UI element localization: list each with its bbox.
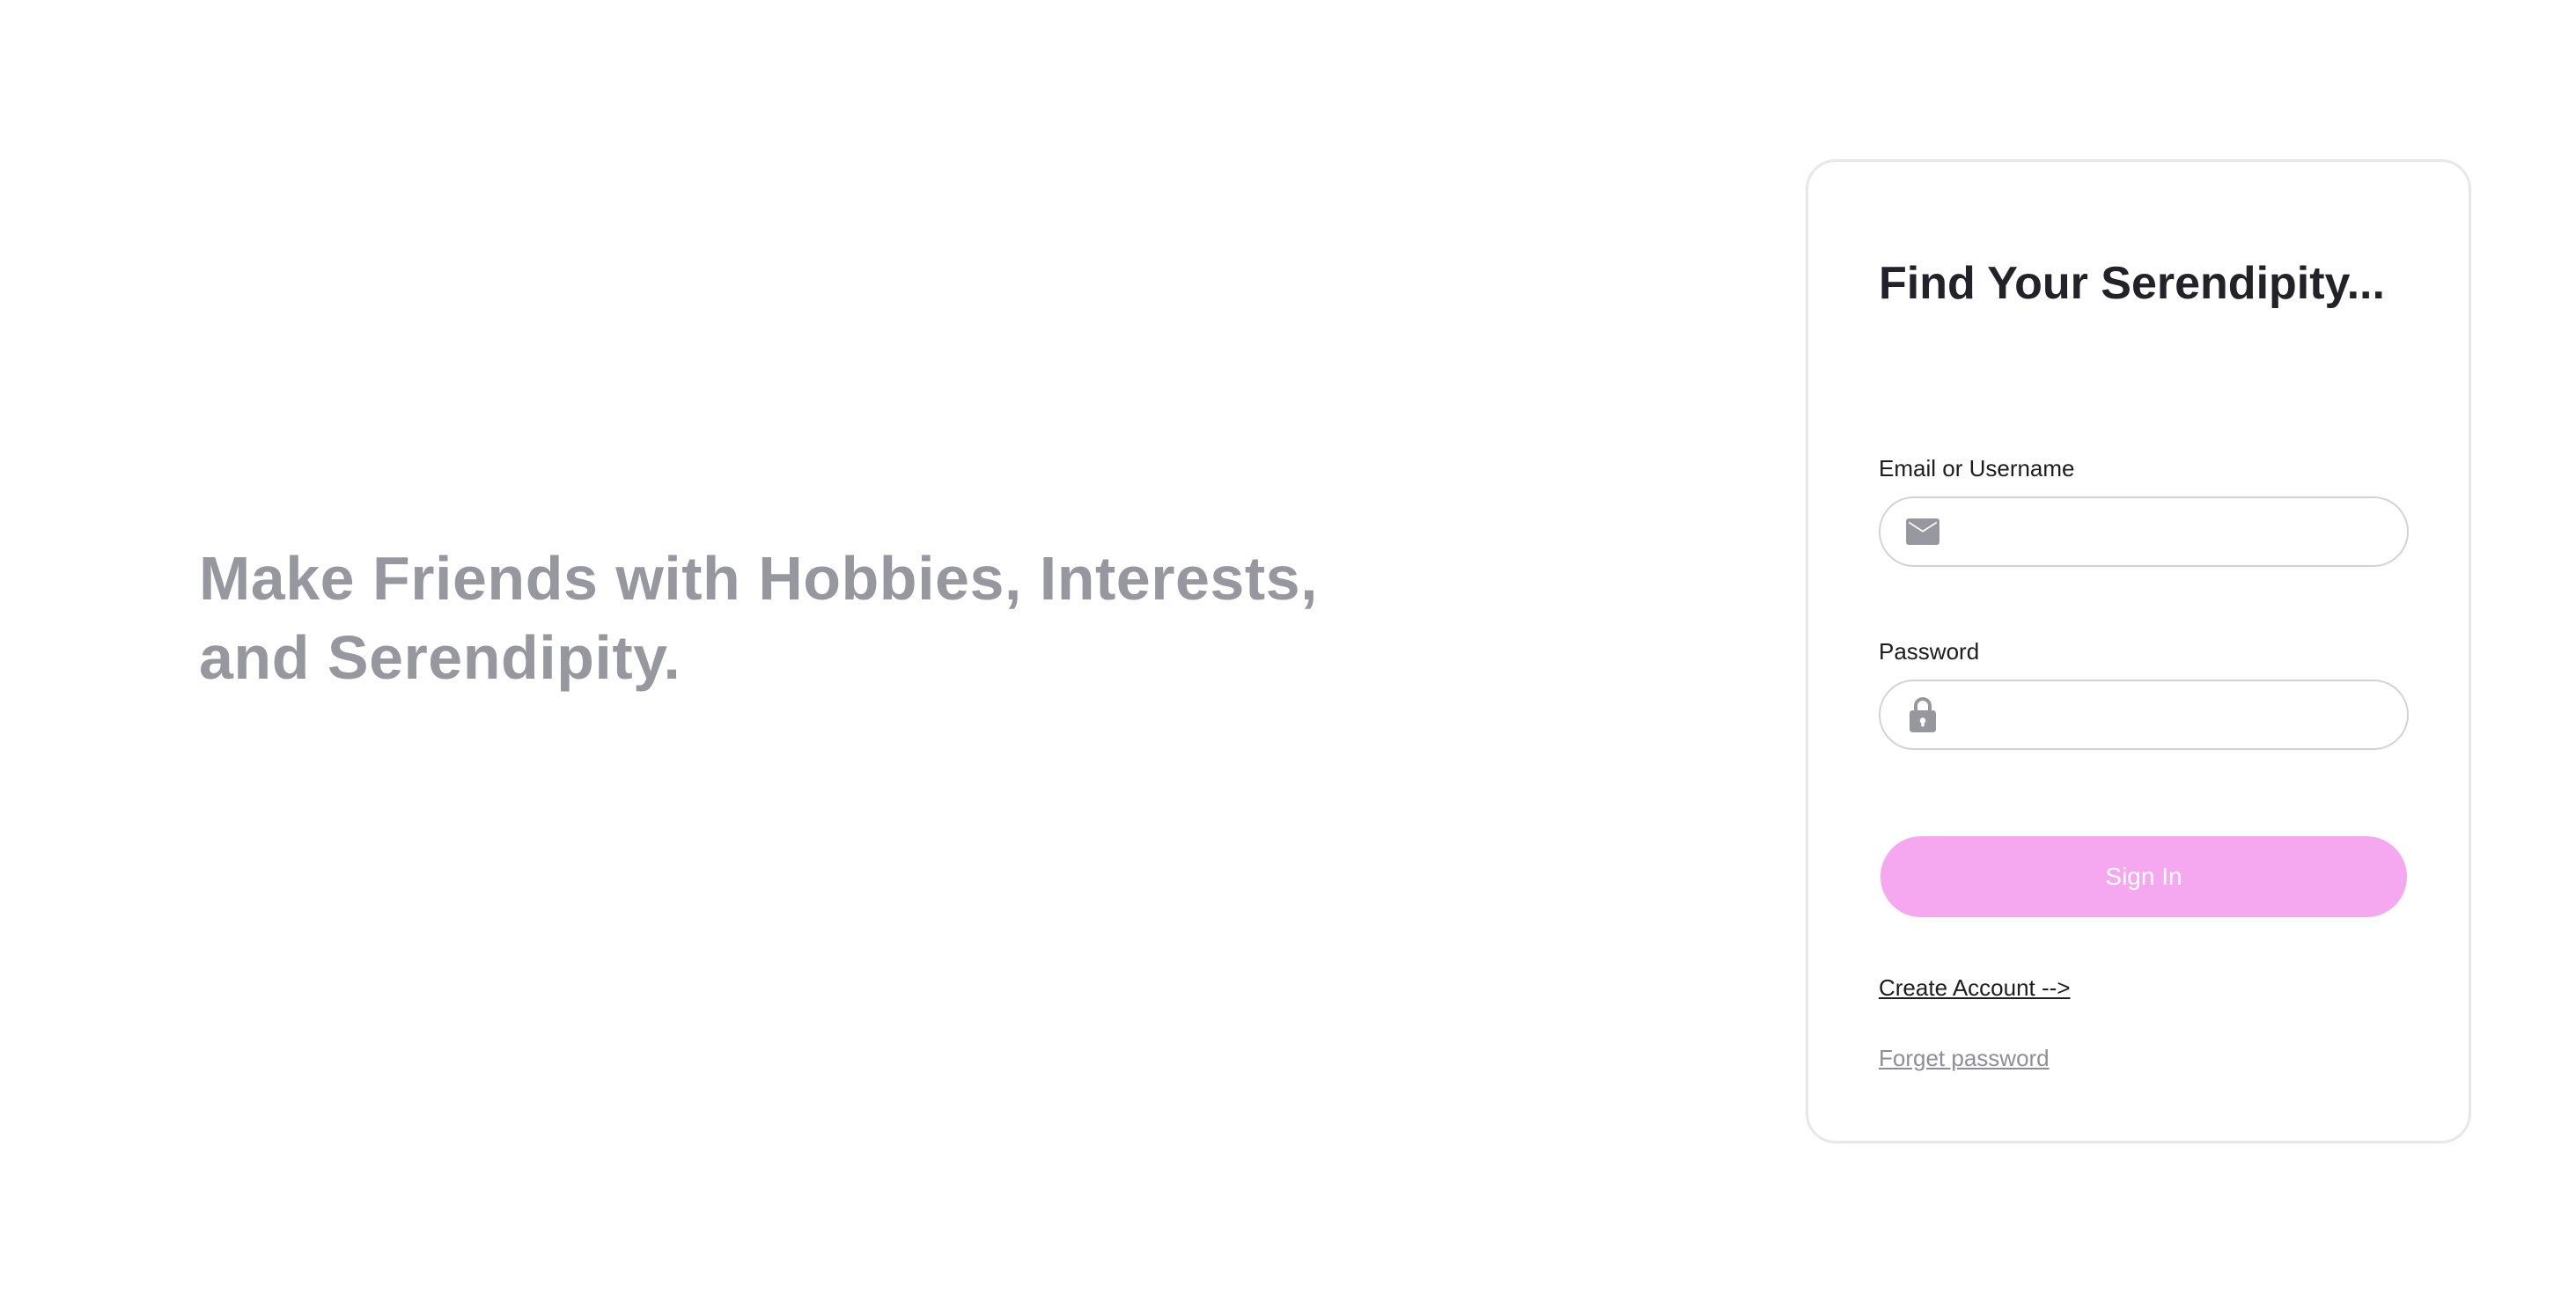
login-card-title: Find Your Serendipity... [1879,258,2385,309]
forgot-password-link[interactable]: Forget password [1879,1043,2050,1073]
email-input-container[interactable] [1879,496,2409,567]
login-card: Find Your Serendipity... Email or Userna… [1806,159,2471,1143]
sign-in-button[interactable]: Sign In [1880,836,2407,917]
create-account-link[interactable]: Create Account --> [1879,973,2071,1003]
lock-icon [1905,697,1940,732]
password-input-container[interactable] [1879,680,2409,750]
email-field[interactable] [1956,504,2381,559]
login-page: Make Friends with Hobbies, Interests, an… [0,0,2576,1301]
hero-tagline: Make Friends with Hobbies, Interests, an… [199,544,1319,692]
password-field[interactable] [1956,687,2381,742]
mail-icon [1905,514,1940,549]
password-label: Password [1879,638,1980,665]
email-label: Email or Username [1879,455,2075,481]
